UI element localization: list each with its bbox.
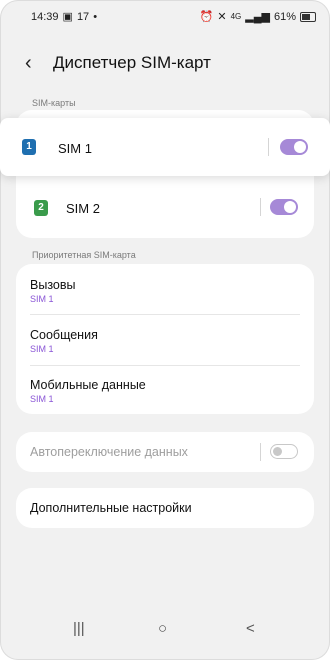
divider bbox=[30, 365, 300, 366]
sim1-row[interactable]: 1 SIM 1 bbox=[0, 118, 330, 176]
gallery-icon: ▣ bbox=[62, 11, 73, 23]
signal-17-icon: 17 bbox=[76, 10, 90, 23]
more-settings-card[interactable]: Дополнительные настройки bbox=[16, 488, 314, 528]
calls-value: SIM 1 bbox=[30, 294, 54, 304]
priority-card: Вызовы SIM 1 Сообщения SIM 1 Мобильные д… bbox=[16, 264, 314, 414]
mobile-data-title: Мобильные данные bbox=[30, 378, 146, 392]
auto-switch-card[interactable]: Автопереключение данных bbox=[16, 432, 314, 472]
divider bbox=[260, 198, 261, 216]
signal-icon: ▂▄▆ bbox=[245, 11, 270, 23]
phone-screen: 14:39 ▣ 17 • ⏰ ✕ 4G ▂▄▆ 61% ‹ Диспетчер … bbox=[0, 0, 330, 660]
back-arrow-icon[interactable]: ‹ bbox=[25, 53, 51, 73]
recent-apps-icon[interactable]: ||| bbox=[73, 620, 85, 637]
back-nav-icon[interactable]: < bbox=[246, 620, 255, 637]
page-title: Диспетчер SIM-карт bbox=[53, 53, 211, 72]
mute-icon: ✕ bbox=[217, 11, 227, 23]
battery-icon bbox=[300, 11, 316, 22]
mobile-data-value: SIM 1 bbox=[30, 394, 54, 404]
sim2-toggle[interactable] bbox=[270, 199, 298, 215]
auto-switch-toggle[interactable] bbox=[270, 444, 298, 459]
divider bbox=[30, 314, 300, 315]
sim1-toggle[interactable] bbox=[280, 139, 308, 155]
status-bar: 14:39 ▣ 17 • ⏰ ✕ 4G ▂▄▆ 61% bbox=[31, 8, 316, 26]
header: ‹ Диспетчер SIM-карт bbox=[25, 50, 310, 76]
more-settings-label: Дополнительные настройки bbox=[30, 501, 192, 515]
divider bbox=[268, 138, 269, 156]
navigation-bar: ||| ○ < bbox=[0, 620, 330, 644]
notification-icon: • bbox=[93, 10, 98, 23]
messages-value: SIM 1 bbox=[30, 344, 54, 354]
divider bbox=[260, 443, 261, 461]
sim-section-label: SIM-карты bbox=[32, 98, 76, 108]
alarm-icon: ⏰ bbox=[199, 11, 214, 23]
network-icon: 4G bbox=[230, 12, 242, 21]
battery-percent: 61% bbox=[273, 10, 296, 23]
home-icon[interactable]: ○ bbox=[158, 620, 167, 637]
calls-title: Вызовы bbox=[30, 278, 76, 292]
sim2-name: SIM 2 bbox=[66, 201, 100, 216]
sim1-name: SIM 1 bbox=[58, 141, 92, 156]
priority-section-label: Приоритетная SIM-карта bbox=[32, 250, 136, 260]
messages-title: Сообщения bbox=[30, 328, 98, 342]
auto-switch-label: Автопереключение данных bbox=[30, 445, 188, 459]
sim1-badge-icon: 1 bbox=[22, 139, 36, 155]
sim2-badge-icon: 2 bbox=[34, 200, 48, 216]
status-time: 14:39 bbox=[31, 10, 59, 23]
